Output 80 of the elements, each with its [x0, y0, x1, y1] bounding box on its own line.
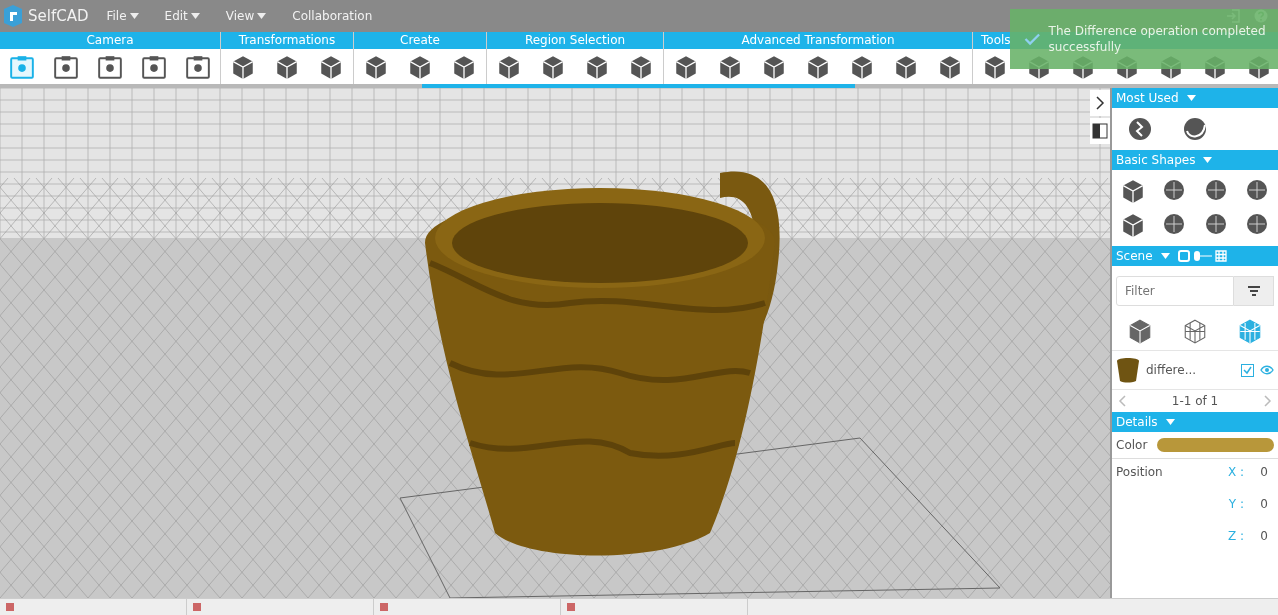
- section-header[interactable]: Most Used: [1112, 88, 1278, 108]
- section-title: Basic Shapes: [1116, 153, 1196, 167]
- pager-text: 1-1 of 1: [1171, 394, 1219, 408]
- color-swatch[interactable]: [1157, 438, 1274, 452]
- cube-icon[interactable]: [628, 53, 654, 80]
- shape-icon[interactable]: [1162, 212, 1187, 236]
- cube-icon[interactable]: [318, 53, 344, 80]
- tool-icon[interactable]: [1127, 117, 1152, 141]
- toolbar-scrollbar[interactable]: [0, 84, 1278, 88]
- menu-item[interactable]: View: [225, 7, 267, 25]
- section-header[interactable]: Details: [1112, 412, 1278, 432]
- section-title: Scene: [1116, 249, 1153, 263]
- axis-label: X :: [1226, 465, 1244, 479]
- filter-field[interactable]: Filter: [1116, 276, 1234, 306]
- menu-item[interactable]: File: [106, 7, 139, 25]
- split-view-icon[interactable]: [1090, 118, 1110, 144]
- category-label: Region Selection: [487, 32, 663, 49]
- camera-view-icon[interactable]: [141, 53, 167, 80]
- category-label: Camera: [0, 32, 220, 49]
- cube-icon[interactable]: [451, 53, 477, 80]
- cube-icon[interactable]: [937, 53, 963, 80]
- cube-icon[interactable]: [274, 53, 300, 80]
- position-value[interactable]: 0: [1244, 465, 1274, 479]
- category-label: Transformations: [221, 32, 353, 49]
- section-title: Details: [1116, 415, 1158, 429]
- cube-icon[interactable]: [673, 53, 699, 80]
- filter-icon[interactable]: [1246, 285, 1261, 297]
- cube-icon[interactable]: [407, 53, 433, 80]
- caret-icon: [1203, 157, 1213, 163]
- cube-icon[interactable]: [363, 53, 389, 80]
- file-icon: [193, 603, 201, 611]
- object-name: differe...: [1146, 363, 1198, 377]
- position-value[interactable]: 0: [1244, 497, 1274, 511]
- axis-label: Z :: [1226, 529, 1244, 543]
- section-header[interactable]: Scene: [1112, 246, 1278, 266]
- caret-icon: [1160, 253, 1170, 259]
- caret-icon: [1165, 419, 1175, 425]
- category-label: Create: [354, 32, 486, 49]
- mug-thumbnail-icon: [1116, 357, 1140, 383]
- cube-icon[interactable]: [540, 53, 566, 80]
- menu-item[interactable]: Edit: [164, 7, 200, 25]
- camera-view-icon[interactable]: [53, 53, 79, 80]
- caret-icon: [1186, 95, 1196, 101]
- cube-icon[interactable]: [849, 53, 875, 80]
- scrollbar-thumb[interactable]: [422, 84, 855, 88]
- section-title: Most Used: [1116, 91, 1179, 105]
- shape-icon[interactable]: [1203, 178, 1228, 202]
- camera-view-icon[interactable]: [185, 53, 211, 80]
- collapse-panel-icon[interactable]: [1090, 90, 1110, 116]
- cube-icon[interactable]: [717, 53, 743, 80]
- cube-icon[interactable]: [496, 53, 522, 80]
- shape-icon[interactable]: [1245, 178, 1270, 202]
- file-icon: [380, 603, 388, 611]
- cube-icon[interactable]: [893, 53, 919, 80]
- shape-icon[interactable]: [1203, 212, 1228, 236]
- wireframe-view-icon[interactable]: [1182, 318, 1208, 344]
- section-header[interactable]: Basic Shapes: [1112, 150, 1278, 170]
- position-value[interactable]: 0: [1244, 529, 1274, 543]
- checkbox[interactable]: [1241, 363, 1254, 377]
- sphere-icon[interactable]: [1183, 117, 1207, 141]
- cube-icon[interactable]: [584, 53, 610, 80]
- filter-button[interactable]: [1234, 276, 1274, 306]
- shape-icon[interactable]: [1162, 178, 1187, 202]
- file-icon: [6, 603, 14, 611]
- checkmark-icon: [1024, 31, 1041, 47]
- cube-icon[interactable]: [761, 53, 787, 80]
- cube-icon[interactable]: [805, 53, 831, 80]
- scene-object-row[interactable]: differe...: [1112, 351, 1278, 390]
- app-logo-text: SelfCAD: [28, 7, 89, 25]
- file-icon: [567, 603, 575, 611]
- field-label: Color: [1116, 438, 1148, 452]
- axis-label: Y :: [1227, 497, 1244, 511]
- cube-icon[interactable]: [230, 53, 256, 80]
- shape-icon[interactable]: [1245, 212, 1270, 236]
- menu-item[interactable]: Collaboration: [292, 7, 373, 25]
- camera-view-icon[interactable]: [97, 53, 123, 80]
- cube-icon[interactable]: [982, 53, 1008, 80]
- field-label: Position: [1116, 465, 1164, 479]
- logo-icon: [2, 4, 24, 28]
- category-label: Advanced Transformation: [664, 32, 972, 49]
